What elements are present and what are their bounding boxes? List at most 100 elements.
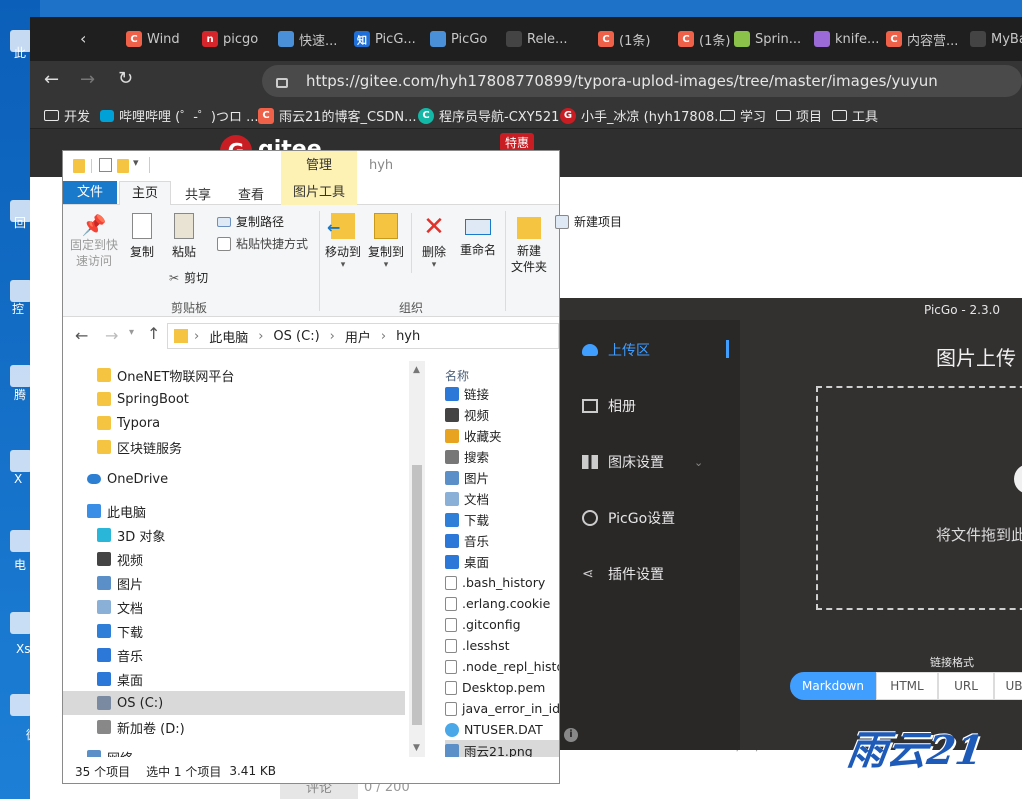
file-row[interactable]: .gitconfig bbox=[445, 614, 559, 635]
browser-tab[interactable]: C (1条) bbox=[598, 29, 672, 49]
browser-tab[interactable]: n picgo bbox=[202, 29, 276, 49]
file-row[interactable]: .erlang.cookie bbox=[445, 593, 559, 614]
format-ubb[interactable]: UB bbox=[994, 672, 1022, 700]
scroll-up-icon[interactable]: ▲ bbox=[413, 365, 420, 375]
file-row[interactable]: 收藏夹 bbox=[445, 425, 559, 446]
back-arrow-icon[interactable]: ← bbox=[75, 326, 88, 345]
file-row[interactable]: 视频 bbox=[445, 404, 559, 425]
nav-item[interactable]: 视频 bbox=[63, 547, 405, 571]
new-folder-button[interactable]: 新建 文件夹 bbox=[509, 213, 549, 275]
file-row[interactable]: .lesshst bbox=[445, 635, 559, 656]
nav-scrollbar[interactable]: ▲ ▼ bbox=[409, 361, 425, 757]
desktop-icon[interactable] bbox=[10, 694, 32, 716]
rename-button[interactable]: 重命名 bbox=[455, 213, 501, 258]
scroll-down-icon[interactable]: ▼ bbox=[413, 743, 420, 753]
tab-picture-tools[interactable]: 图片工具 bbox=[281, 181, 357, 205]
file-row[interactable]: 搜索 bbox=[445, 446, 559, 467]
bookmark-link[interactable]: 哔哩哔哩 (゜-゜)つロ ... bbox=[100, 106, 259, 125]
desktop-icon[interactable] bbox=[10, 530, 32, 552]
menu-upload[interactable]: 上传区 bbox=[582, 340, 650, 360]
bookmark-link[interactable]: G 小手_冰凉 (hyh17808... bbox=[560, 106, 727, 125]
browser-tab[interactable]: 知 PicG... bbox=[354, 29, 428, 49]
back-icon[interactable]: ← bbox=[44, 69, 59, 90]
copy-path-button[interactable]: 复制路径 bbox=[217, 213, 284, 230]
nav-item[interactable]: 文档 bbox=[63, 595, 405, 619]
nav-item[interactable]: 网络 bbox=[63, 745, 405, 757]
desktop-icon[interactable] bbox=[10, 280, 32, 302]
breadcrumb[interactable]: › 此电脑 › OS (C:) › 用户 › hyh bbox=[167, 323, 559, 349]
info-icon[interactable]: i bbox=[564, 728, 578, 742]
tab-scroll-left-icon[interactable]: ‹ bbox=[80, 29, 86, 48]
menu-gallery[interactable]: 相册 bbox=[582, 396, 636, 416]
file-row[interactable]: 桌面 bbox=[445, 551, 559, 572]
nav-item[interactable]: 音乐 bbox=[63, 643, 405, 667]
new-item-button[interactable]: 新建项目 bbox=[555, 213, 622, 230]
cut-button[interactable]: ✂ 剪切 bbox=[169, 269, 208, 286]
address-bar[interactable]: https://gitee.com/hyh17808770899/typora-… bbox=[262, 65, 1022, 97]
nav-item[interactable]: Typora bbox=[63, 411, 405, 435]
file-row[interactable]: 图片 bbox=[445, 467, 559, 488]
bookmark-folder[interactable]: 开发 bbox=[44, 106, 90, 125]
nav-item[interactable]: 3D 对象 bbox=[63, 523, 405, 547]
file-row[interactable]: java_error_in_ide bbox=[445, 698, 559, 719]
properties-check-icon[interactable] bbox=[99, 158, 112, 172]
file-row[interactable]: Desktop.pem bbox=[445, 677, 559, 698]
bookmark-link[interactable]: C 程序员导航-CXY521 bbox=[418, 106, 559, 125]
breadcrumb-item[interactable]: 此电脑 bbox=[209, 327, 248, 346]
format-markdown[interactable]: Markdown bbox=[790, 672, 876, 700]
bookmark-link[interactable]: C 雨云21的博客_CSDN... bbox=[258, 106, 417, 125]
delete-button[interactable]: ✕ 删除 ▾ bbox=[417, 213, 451, 270]
file-row[interactable]: 下载 bbox=[445, 509, 559, 530]
menu-picgo-settings[interactable]: PicGo设置 bbox=[582, 508, 675, 528]
nav-item[interactable]: OneNET物联网平台 bbox=[63, 363, 405, 387]
file-row[interactable]: .node_repl_histo bbox=[445, 656, 559, 677]
file-row[interactable]: NTUSER.DAT bbox=[445, 719, 559, 740]
copy-button[interactable]: 复制 bbox=[125, 213, 159, 260]
nav-item[interactable]: 新加卷 (D:) bbox=[63, 715, 405, 739]
menu-plugin-settings[interactable]: ⋖ 插件设置 bbox=[582, 564, 664, 584]
tab-home[interactable]: 主页 bbox=[119, 181, 171, 205]
format-url[interactable]: URL bbox=[938, 672, 994, 700]
desktop-icon[interactable] bbox=[10, 365, 32, 387]
pin-quick-access-button[interactable]: 📌 固定到快 速访问 bbox=[69, 213, 119, 269]
bookmark-folder[interactable]: 学习 bbox=[720, 106, 766, 125]
forward-icon[interactable]: → bbox=[80, 69, 95, 90]
file-row[interactable]: 雨云21.png bbox=[445, 740, 559, 757]
file-row[interactable]: .bash_history bbox=[445, 572, 559, 593]
tab-share[interactable]: 共享 bbox=[185, 184, 211, 203]
scrollbar-thumb[interactable] bbox=[412, 465, 422, 725]
nav-item[interactable]: 下载 bbox=[63, 619, 405, 643]
desktop-icon[interactable] bbox=[10, 612, 32, 634]
browser-tab[interactable]: C 内容营... bbox=[886, 29, 960, 49]
up-arrow-icon[interactable]: ↑ bbox=[147, 324, 160, 343]
nav-item[interactable]: OneDrive bbox=[63, 467, 405, 491]
new-folder-icon[interactable] bbox=[117, 159, 129, 173]
browser-tab[interactable]: Sprin... bbox=[734, 29, 808, 49]
forward-arrow-icon[interactable]: → bbox=[105, 326, 118, 345]
tab-file[interactable]: 文件 bbox=[63, 181, 117, 204]
browser-tab[interactable]: Rele... bbox=[506, 29, 580, 49]
browser-tab[interactable]: MyBa... bbox=[970, 29, 1022, 49]
reload-icon[interactable]: ↻ bbox=[118, 68, 133, 89]
paste-shortcut-button[interactable]: 粘贴快捷方式 bbox=[217, 235, 308, 252]
bookmark-folder[interactable]: 工具 bbox=[832, 106, 878, 125]
nav-item[interactable]: OS (C:) bbox=[63, 691, 405, 715]
breadcrumb-item[interactable]: OS (C:) bbox=[273, 329, 319, 344]
desktop-icon[interactable] bbox=[10, 450, 32, 472]
nav-item[interactable]: SpringBoot bbox=[63, 387, 405, 411]
browser-tab[interactable]: 快速... bbox=[278, 29, 352, 49]
breadcrumb-item[interactable]: hyh bbox=[396, 329, 420, 344]
nav-item[interactable]: 图片 bbox=[63, 571, 405, 595]
recent-dropdown-icon[interactable]: ▾ bbox=[129, 327, 134, 338]
paste-button[interactable]: 粘贴 bbox=[167, 213, 201, 260]
browser-tab[interactable]: knife... bbox=[814, 29, 888, 49]
nav-item[interactable]: 桌面 bbox=[63, 667, 405, 691]
browser-tab[interactable]: C Wind bbox=[126, 29, 200, 49]
copy-to-button[interactable]: 复制到 ▾ bbox=[365, 213, 407, 270]
tab-view[interactable]: 查看 bbox=[238, 184, 264, 203]
customize-qat-icon[interactable]: ▾ bbox=[133, 156, 139, 169]
file-row[interactable]: 文档 bbox=[445, 488, 559, 509]
breadcrumb-item[interactable]: 用户 bbox=[345, 327, 371, 346]
nav-item[interactable]: 区块链服务 bbox=[63, 435, 405, 459]
menu-picbed-settings[interactable]: 图床设置 ⌄ bbox=[582, 452, 703, 472]
